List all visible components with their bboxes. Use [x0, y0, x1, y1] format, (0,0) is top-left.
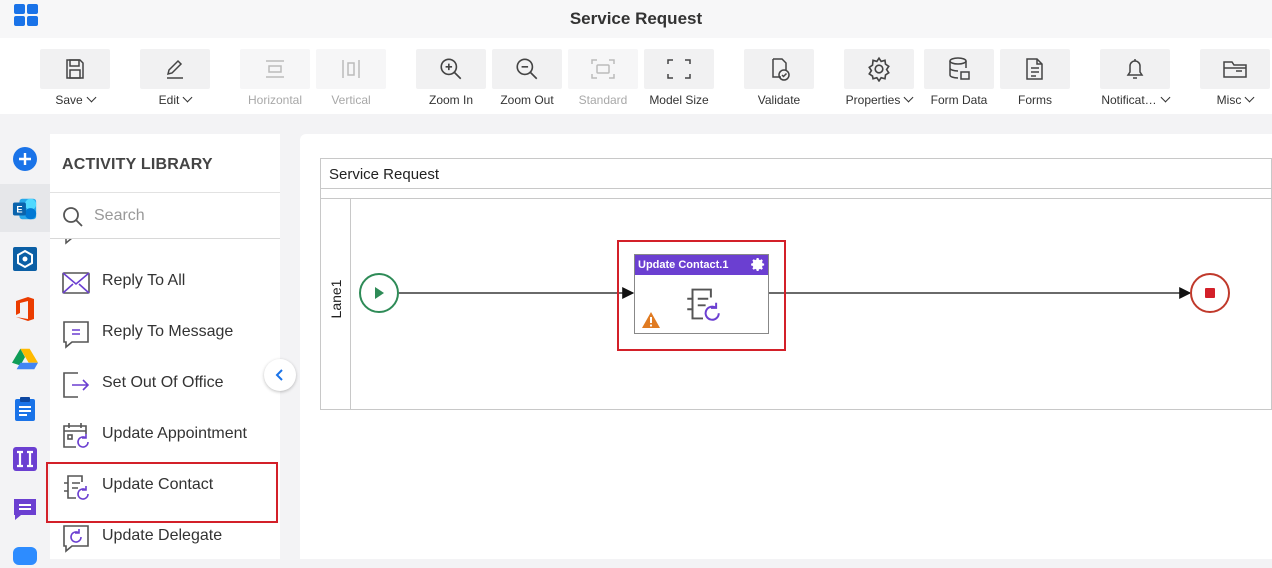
- selected-task-highlight: [617, 240, 786, 351]
- end-event[interactable]: [1190, 273, 1230, 313]
- stop-icon: [1205, 288, 1215, 298]
- start-event[interactable]: [359, 273, 399, 313]
